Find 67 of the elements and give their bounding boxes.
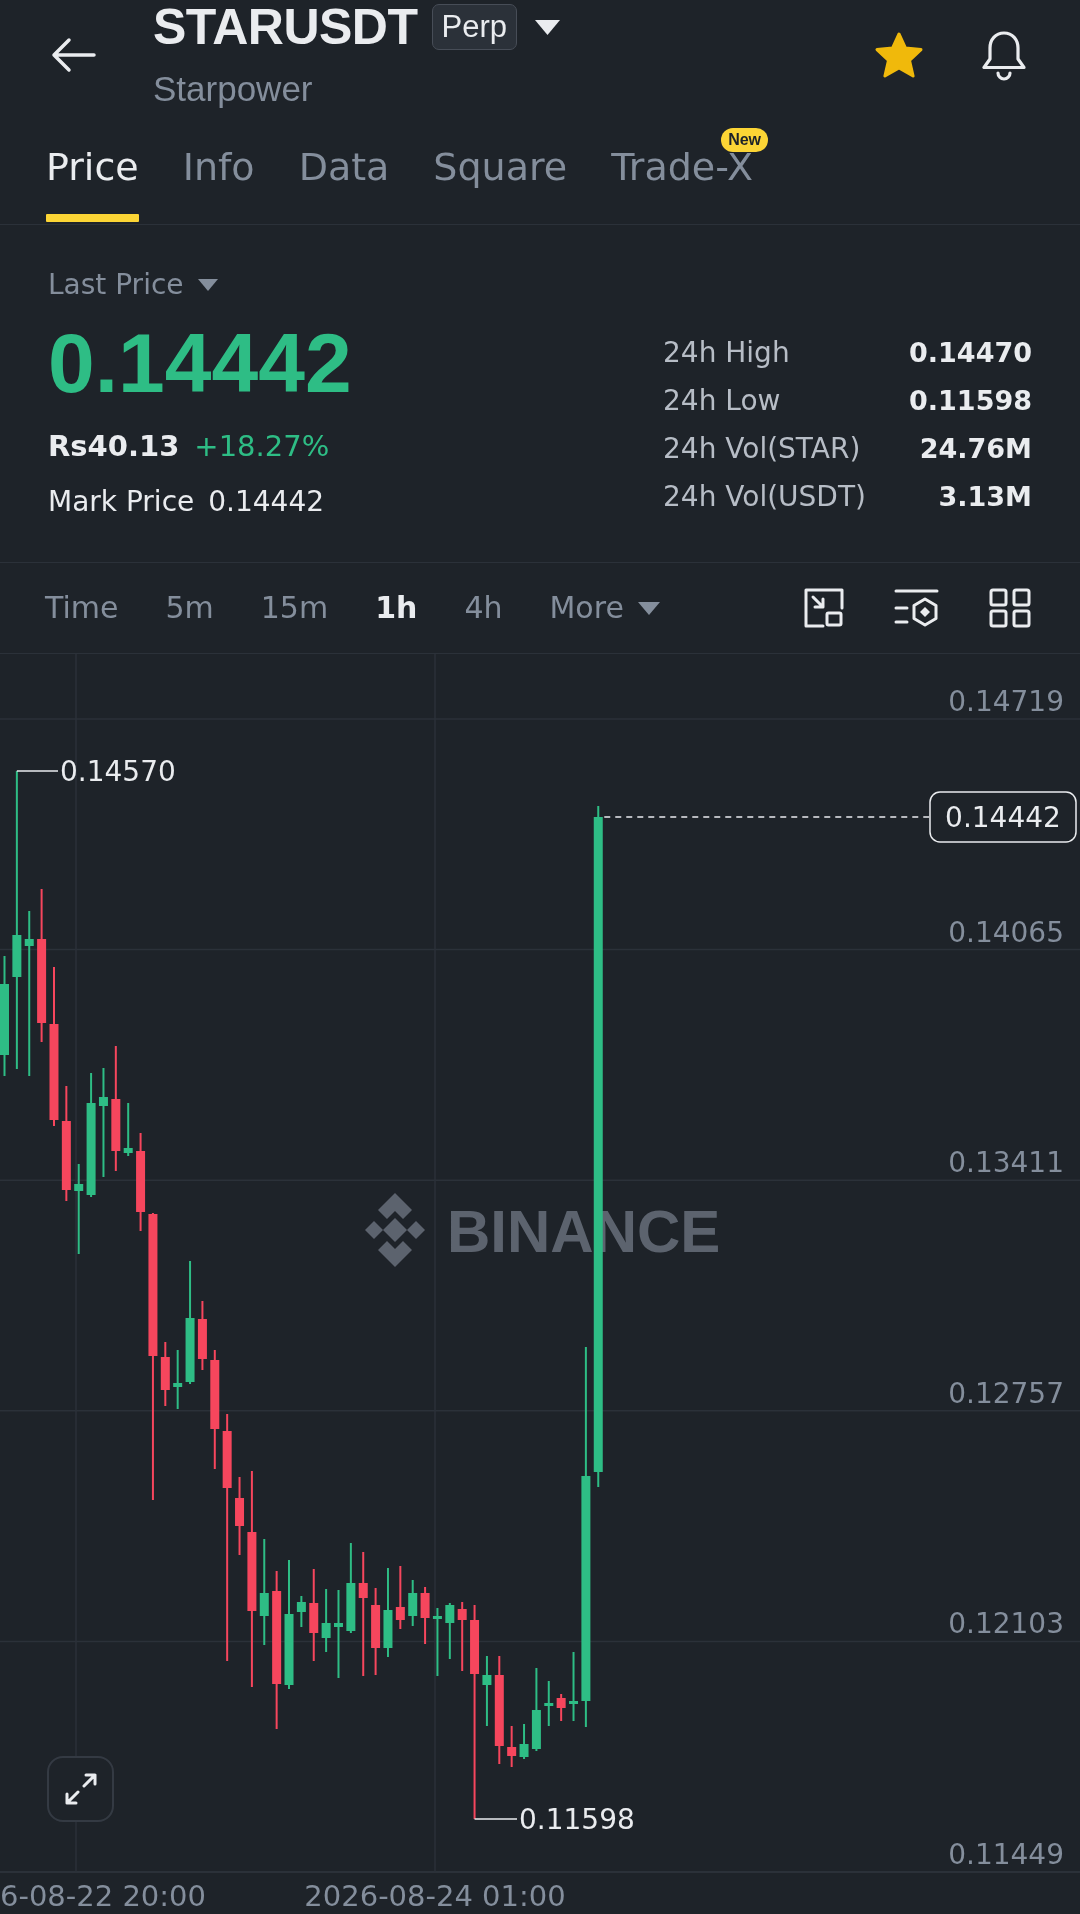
interval-tab[interactable]: 15m <box>260 588 329 628</box>
tab[interactable]: Square <box>433 110 568 224</box>
candlestick <box>321 1588 331 1653</box>
candlestick <box>507 1725 517 1768</box>
candlestick <box>556 1693 566 1722</box>
candlestick <box>482 1655 492 1727</box>
leader-line <box>473 1818 518 1820</box>
interval-tab[interactable]: 1h <box>375 588 418 628</box>
interval-tab[interactable]: 5m <box>165 588 214 628</box>
stat-label: 24h Vol(STAR) <box>663 431 862 467</box>
price-axis-label: 0.14719 <box>948 685 1064 718</box>
price-axis-label: 0.12757 <box>948 1376 1064 1410</box>
candlestick <box>420 1586 430 1645</box>
tab[interactable]: Info <box>182 110 255 224</box>
stat-label: 24h Low <box>663 383 782 419</box>
back-arrow-icon[interactable] <box>50 37 96 73</box>
time-axis-label: 2026-08-24 01:00 <box>304 1879 566 1913</box>
stat-value: 3.13M <box>937 480 1032 514</box>
more-intervals-dropdown[interactable]: More <box>549 588 660 628</box>
candlestick <box>432 1607 442 1677</box>
candlestick <box>296 1595 306 1628</box>
mark-price-value: 0.14442 <box>208 484 325 520</box>
candlestick <box>408 1579 418 1627</box>
candlestick <box>519 1723 529 1760</box>
candlestick <box>395 1565 405 1630</box>
candlestick <box>197 1300 207 1371</box>
tab[interactable]: Data <box>298 110 390 224</box>
stat-label: 24h Vol(USDT) <box>663 479 867 515</box>
candlestick <box>457 1601 467 1672</box>
asset-name: Starpower <box>153 69 314 109</box>
candlestick <box>445 1602 455 1660</box>
fullscreen-button[interactable] <box>47 1756 114 1822</box>
star-icon[interactable] <box>874 31 924 79</box>
time-axis-label: 6-08-22 20:00 <box>0 1879 206 1913</box>
grid-icon[interactable] <box>989 588 1031 628</box>
interval-tab[interactable]: Time <box>45 588 119 628</box>
stat-value: 24.76M <box>918 432 1032 466</box>
mark-price-label: Mark Price <box>48 484 195 520</box>
price-axis-label: 0.14065 <box>948 915 1064 949</box>
hexagon-lines-icon[interactable] <box>894 588 939 628</box>
price-type-dropdown[interactable]: Last Price <box>48 267 218 303</box>
candlestick <box>173 1349 183 1410</box>
contract-badge: Perp <box>431 4 517 50</box>
stat-label: 24h High <box>663 335 791 371</box>
price-change: +18.27% <box>194 428 330 465</box>
diamond-logo-icon <box>365 1193 425 1267</box>
picture-in-picture-icon[interactable] <box>804 588 844 628</box>
candlestick <box>160 1341 170 1407</box>
price-axis-label: 0.12103 <box>948 1607 1064 1641</box>
price-axis-label: 0.11449 <box>948 1838 1064 1871</box>
candlestick <box>544 1680 554 1727</box>
current-price-tag: 0.14442 <box>929 791 1077 843</box>
high-price-label: 0.14570 <box>60 755 176 788</box>
stat-value: 0.14470 <box>909 336 1032 370</box>
tab[interactable]: Price <box>46 110 139 224</box>
caret-icon[interactable] <box>535 19 560 35</box>
fiat-price: Rs40.13 <box>48 428 180 465</box>
last-price: 0.14442 <box>48 321 352 405</box>
stat-value: 0.11598 <box>909 384 1032 418</box>
tab-badge: New <box>721 128 769 152</box>
low-price-label: 0.11598 <box>519 1803 635 1836</box>
interval-tab[interactable]: 4h <box>464 588 503 628</box>
candlestick <box>569 1651 578 1722</box>
symbol-title[interactable]: STARUSDT <box>153 2 418 52</box>
price-axis-label: 0.13411 <box>948 1146 1064 1180</box>
leader-line <box>16 770 59 772</box>
candlestick <box>123 1102 133 1157</box>
